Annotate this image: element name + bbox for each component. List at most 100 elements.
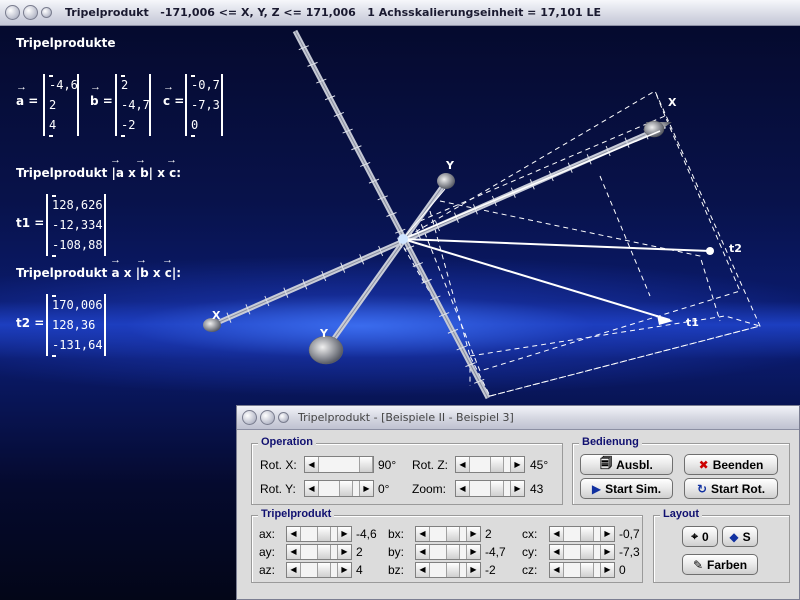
vector-arrow-icon: → <box>166 154 177 166</box>
arrow-right-icon[interactable]: ▶ <box>600 545 614 559</box>
arrow-right-icon[interactable]: ▶ <box>337 527 351 541</box>
dialog-titlebar[interactable]: Tripelprodukt - [Beispiele II - Beispiel… <box>237 406 799 430</box>
window-maximize-button[interactable] <box>41 7 52 18</box>
layout-label: Layout <box>660 508 703 520</box>
arrow-right-icon[interactable]: ▶ <box>337 545 351 559</box>
zoom-label: Zoom: <box>412 482 447 496</box>
arrow-left-icon[interactable]: ◀ <box>287 527 301 541</box>
cone-y-neg <box>308 335 344 365</box>
vector-arrow-icon: → <box>162 254 173 266</box>
arrow-left-icon[interactable]: ◀ <box>416 527 430 541</box>
arrow-left-icon[interactable]: ◀ <box>416 563 430 577</box>
window-menu-button[interactable] <box>5 5 20 20</box>
farben-button[interactable]: ✎ Farben <box>682 554 758 575</box>
axis-label-x-pos: X <box>668 96 677 109</box>
component-slider[interactable]: ◀ ▶ <box>549 544 615 560</box>
vector-a-label: a = <box>16 94 39 108</box>
arrow-left-icon[interactable]: ◀ <box>416 545 430 559</box>
vector-arrow-icon: → <box>136 254 147 266</box>
vector-a-matrix: -4,6 2 4 <box>43 74 79 137</box>
point-label-t1: t1 <box>686 316 699 329</box>
arrow-right-icon[interactable]: ▶ <box>337 563 351 577</box>
arrow-left-icon[interactable]: ◀ <box>287 563 301 577</box>
close-icon: ✖ <box>698 457 709 472</box>
arrow-right-icon[interactable]: ▶ <box>466 545 480 559</box>
rotate-icon: ↻ <box>696 481 708 496</box>
ausbl-button[interactable]: 🗐 Ausbl. <box>580 454 673 475</box>
component-slider[interactable]: ◀ ▶ <box>286 562 352 578</box>
arrow-left-icon[interactable]: ◀ <box>456 481 470 496</box>
vector-t1-tip <box>657 315 673 325</box>
vector-t2 <box>402 238 711 252</box>
rot-y-slider[interactable]: ◀ ▶ <box>304 480 374 497</box>
arrow-left-icon[interactable]: ◀ <box>305 457 319 472</box>
arrow-right-icon[interactable]: ▶ <box>510 481 524 496</box>
component-slider[interactable]: ◀ ▶ <box>415 526 481 542</box>
arrow-left-icon[interactable]: ◀ <box>305 481 319 496</box>
dialog-maximize-button[interactable] <box>278 412 289 423</box>
vector-arrow-icon: → <box>110 154 121 166</box>
arrow-left-icon[interactable]: ◀ <box>550 563 564 577</box>
math-heading: Tripelprodukte <box>16 36 116 50</box>
vector-b-matrix: 2 -4,7 -2 <box>115 74 151 137</box>
t1-label: t1 = <box>16 216 45 230</box>
paint-icon: ✎ <box>692 557 704 572</box>
rot-y-value: 0° <box>378 482 390 496</box>
axis-label-y-neg: Y <box>320 327 328 340</box>
arrow-right-icon[interactable]: ▶ <box>600 563 614 577</box>
beenden-button[interactable]: ✖ Beenden <box>684 454 778 475</box>
control-dialog[interactable]: Tripelprodukt - [Beispiele II - Beispiel… <box>236 405 800 600</box>
t1-heading: Tripelprodukt |a x b| x c: <box>16 166 182 180</box>
component-value: -4,6 <box>356 527 377 541</box>
start-rot-button[interactable]: ↻ Start Rot. <box>684 478 778 499</box>
crosshair-icon: ⌖ <box>691 529 699 543</box>
component-value: 2 <box>485 527 492 541</box>
window-title: Tripelprodukt -171,006 <= X, Y, Z <= 171… <box>65 6 602 19</box>
arrow-left-icon[interactable]: ◀ <box>550 527 564 541</box>
component-slider[interactable]: ◀ ▶ <box>415 544 481 560</box>
component-slider[interactable]: ◀ ▶ <box>415 562 481 578</box>
vector-arrow-icon: → <box>163 81 174 93</box>
vector-b-label: b = <box>90 94 113 108</box>
component-label: cz: <box>522 563 538 577</box>
component-value: -2 <box>485 563 496 577</box>
arrow-right-icon[interactable]: ▶ <box>600 527 614 541</box>
arrow-right-icon[interactable]: ▶ <box>466 527 480 541</box>
arrow-right-icon[interactable]: ▶ <box>359 481 373 496</box>
play-icon: ▶ <box>591 481 602 496</box>
dialog-menu-button[interactable] <box>242 410 257 425</box>
t2-heading: Tripelprodukt a x |b x c|: <box>16 266 182 280</box>
rot-x-label: Rot. X: <box>260 458 297 472</box>
t2-label: t2 = <box>16 316 45 330</box>
tripelprodukt-label: Tripelprodukt <box>258 508 335 520</box>
component-label: cx: <box>522 527 538 541</box>
rot-z-value: 45° <box>530 458 549 472</box>
arrow-left-icon[interactable]: ◀ <box>550 545 564 559</box>
arrow-left-icon[interactable]: ◀ <box>287 545 301 559</box>
zoom-slider[interactable]: ◀ ▶ <box>455 480 525 497</box>
dialog-minimize-button[interactable] <box>260 410 275 425</box>
arrow-left-icon[interactable]: ◀ <box>456 457 470 472</box>
component-value: 2 <box>356 545 363 559</box>
component-slider[interactable]: ◀ ▶ <box>286 526 352 542</box>
component-label: bz: <box>388 563 405 577</box>
arrow-right-icon[interactable]: ▶ <box>510 457 524 472</box>
component-slider[interactable]: ◀ ▶ <box>549 526 615 542</box>
axis-label-x-neg: X <box>212 309 221 322</box>
s-button[interactable]: ◆ S <box>722 526 758 547</box>
rot-z-slider[interactable]: ◀ ▶ <box>455 456 525 473</box>
component-slider[interactable]: ◀ ▶ <box>286 544 352 560</box>
arrow-right-icon[interactable]: ▶ <box>466 563 480 577</box>
component-value: -4,7 <box>485 545 506 559</box>
reset-origin-button[interactable]: ⌖ 0 <box>682 526 718 547</box>
start-sim-button[interactable]: ▶ Start Sim. <box>580 478 673 499</box>
component-label: ay: <box>259 545 276 559</box>
window-minimize-button[interactable] <box>23 5 38 20</box>
rot-y-label: Rot. Y: <box>260 482 296 496</box>
component-slider[interactable]: ◀ ▶ <box>549 562 615 578</box>
cone-x-pos <box>643 120 672 138</box>
bedienung-label: Bedienung <box>579 436 642 448</box>
rot-x-slider[interactable]: ◀▶ <box>304 456 374 473</box>
main-titlebar[interactable]: Tripelprodukt -171,006 <= X, Y, Z <= 171… <box>0 0 800 26</box>
component-label: bx: <box>388 527 405 541</box>
